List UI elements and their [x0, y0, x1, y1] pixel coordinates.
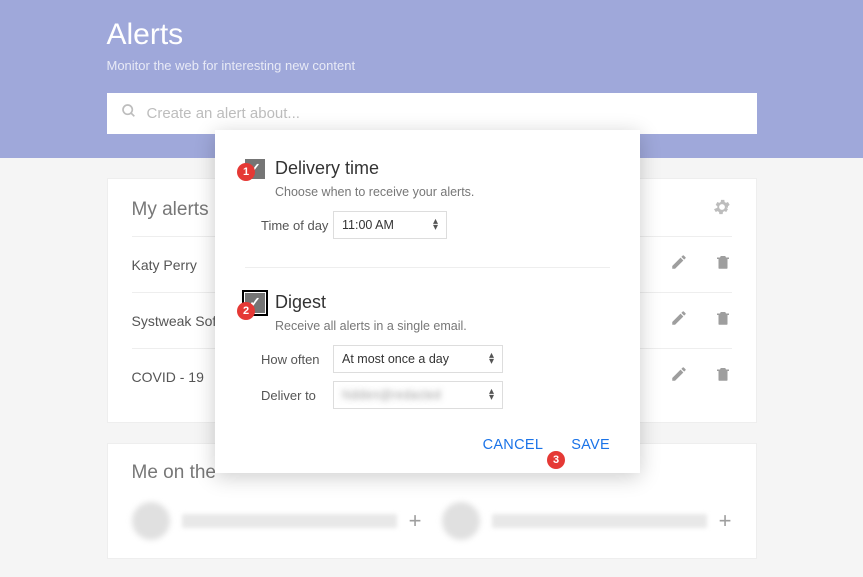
annotation-badge-1: 1: [237, 163, 255, 181]
spinner-icon: ▴▾: [489, 353, 494, 365]
page-subtitle: Monitor the web for interesting new cont…: [107, 58, 757, 73]
trash-icon[interactable]: [714, 365, 732, 388]
avatar: [132, 502, 170, 540]
search-box[interactable]: [107, 93, 757, 134]
annotation-badge-2: 2: [237, 302, 255, 320]
spinner-icon: ▴▾: [489, 389, 494, 401]
deliver-to-label: Deliver to: [261, 388, 333, 403]
pencil-icon[interactable]: [670, 253, 688, 276]
time-of-day-label: Time of day: [261, 218, 333, 233]
delivery-time-title: Delivery time: [275, 158, 379, 179]
time-of-day-select[interactable]: 11:00 AM ▴▾: [333, 211, 447, 239]
me-item: +: [132, 502, 422, 540]
avatar: [442, 502, 480, 540]
digest-desc: Receive all alerts in a single email.: [275, 319, 610, 333]
how-often-select[interactable]: At most once a day ▴▾: [333, 345, 503, 373]
search-input[interactable]: [147, 105, 743, 122]
settings-dialog: ✓ Delivery time Choose when to receive y…: [215, 130, 640, 473]
deliver-to-value: hidden@redacted: [342, 388, 441, 402]
digest-title: Digest: [275, 292, 326, 313]
digest-group: ✓ Digest Receive all alerts in a single …: [245, 292, 610, 409]
me-item-text: [492, 514, 707, 528]
plus-icon[interactable]: +: [719, 508, 732, 534]
delivery-time-desc: Choose when to receive your alerts.: [275, 185, 610, 199]
search-icon: [121, 103, 137, 124]
pencil-icon[interactable]: [670, 365, 688, 388]
divider: [245, 267, 610, 268]
cancel-button[interactable]: CANCEL: [483, 437, 544, 453]
trash-icon[interactable]: [714, 309, 732, 332]
time-of-day-value: 11:00 AM: [342, 218, 394, 232]
pencil-icon[interactable]: [670, 309, 688, 332]
deliver-to-select[interactable]: hidden@redacted ▴▾: [333, 381, 503, 409]
me-item-text: [182, 514, 397, 528]
trash-icon[interactable]: [714, 253, 732, 276]
delivery-time-group: ✓ Delivery time Choose when to receive y…: [245, 158, 610, 239]
alert-name: Systweak Soft: [132, 313, 221, 329]
me-item: +: [442, 502, 732, 540]
spinner-icon: ▴▾: [433, 219, 438, 231]
my-alerts-title: My alerts (: [132, 199, 221, 221]
how-often-value: At most once a day: [342, 352, 449, 366]
gear-icon[interactable]: [712, 197, 732, 222]
alert-name: Katy Perry: [132, 257, 197, 273]
annotation-badge-3: 3: [547, 451, 565, 469]
page-title: Alerts: [107, 18, 757, 52]
plus-icon[interactable]: +: [409, 508, 422, 534]
how-often-label: How often: [261, 352, 333, 367]
alert-name: COVID - 19: [132, 369, 204, 385]
save-button[interactable]: SAVE: [571, 437, 610, 453]
